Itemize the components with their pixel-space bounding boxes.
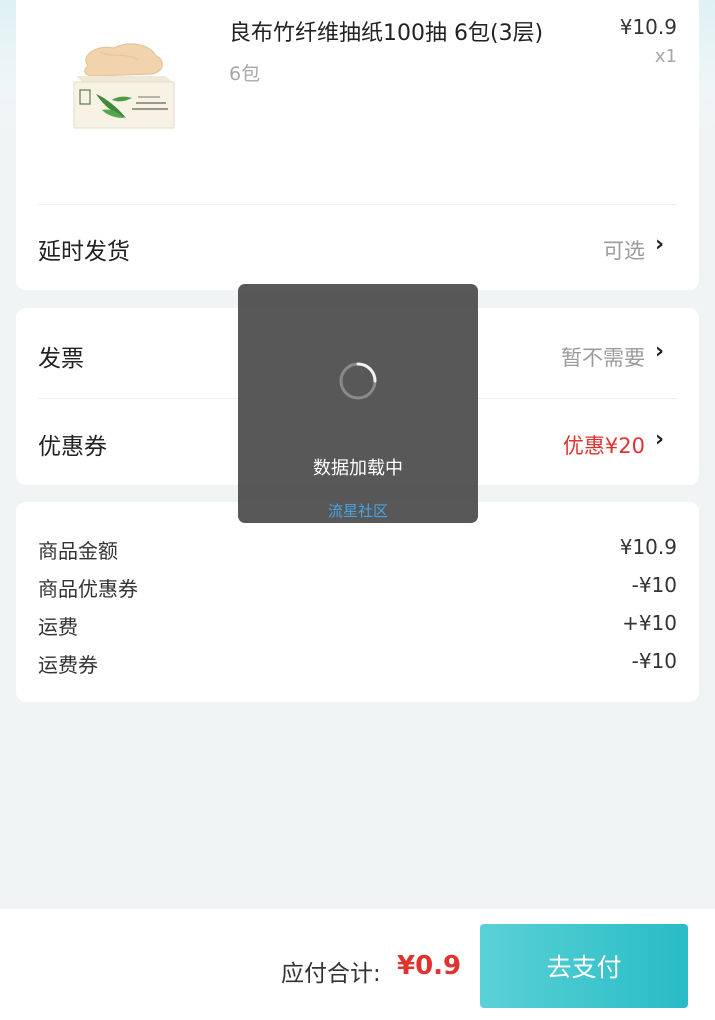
coupon-value: 优惠¥20 <box>562 434 645 458</box>
loading-text: 数据加载中 <box>313 458 403 479</box>
total-label: 应付合计: <box>281 961 381 987</box>
summary-label: 运费券 <box>38 653 98 677</box>
loading-spinner-icon <box>339 362 377 400</box>
product-quantity: x1 <box>654 46 677 67</box>
invoice-value: 暂不需要 <box>561 346 645 370</box>
summary-label: 运费 <box>38 615 78 639</box>
loading-toast: 数据加载中 流星社区 <box>238 284 478 523</box>
summary-value: ¥10.9 <box>619 535 677 559</box>
invoice-label: 发票 <box>38 346 84 372</box>
order-product-card: 良布竹纤维抽纸100抽 6包(3层) 6包 ¥10.9 x1 延时发货 可选 › <box>16 0 699 290</box>
chevron-right-icon: › <box>655 427 665 452</box>
delay-shipping-value: 可选 <box>603 239 645 263</box>
watermark-text: 流星社区 <box>327 502 388 520</box>
total-amount: ¥0.9 <box>397 951 462 981</box>
price-summary-card: 商品金额 ¥10.9 商品优惠券 -¥10 运费 +¥10 运费券 -¥10 <box>16 502 699 702</box>
summary-value: -¥10 <box>631 573 677 597</box>
divider <box>38 204 677 205</box>
checkout-bar: 应付合计: ¥0.9 去支付 <box>0 909 715 1020</box>
coupon-label: 优惠券 <box>38 434 107 460</box>
summary-label: 商品优惠券 <box>38 577 138 601</box>
summary-label: 商品金额 <box>38 539 118 563</box>
product-price: ¥10.9 <box>619 15 677 39</box>
summary-value: +¥10 <box>622 611 677 635</box>
product-name[interactable]: 良布竹纤维抽纸100抽 6包(3层) <box>229 15 543 47</box>
tissue-box-image[interactable] <box>66 38 176 136</box>
chevron-right-icon: › <box>655 232 665 257</box>
pay-button[interactable]: 去支付 <box>480 924 688 1008</box>
summary-value: -¥10 <box>631 649 677 673</box>
delay-shipping-label: 延时发货 <box>38 239 130 265</box>
product-spec: 6包 <box>229 63 261 85</box>
chevron-right-icon: › <box>655 339 665 364</box>
